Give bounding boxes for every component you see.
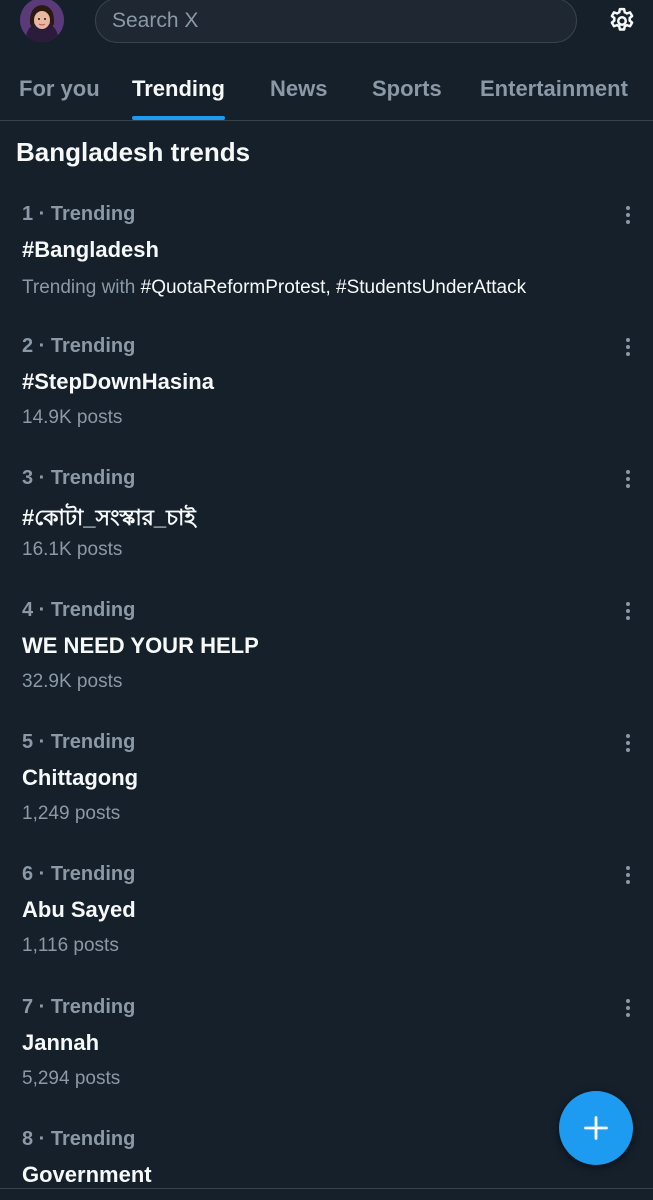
trend-post-count: 16.1K posts bbox=[22, 539, 123, 560]
trend-name: #StepDownHasina bbox=[22, 369, 214, 394]
trend-post-count: 32.9K posts bbox=[22, 671, 123, 692]
trend-rank: 2 · Trending bbox=[22, 335, 136, 357]
trend-item[interactable]: 3 · Trending #কোটা_সংস্কার_চাই 16.1K pos… bbox=[0, 467, 653, 599]
gear-icon bbox=[610, 7, 634, 31]
more-dot bbox=[626, 741, 630, 745]
trend-post-count: 1,249 posts bbox=[22, 803, 121, 824]
section-title: Bangladesh trends bbox=[16, 137, 251, 167]
trend-rank: 7 · Trending bbox=[22, 996, 136, 1018]
tab-label: Sports bbox=[372, 76, 442, 101]
more-dot bbox=[626, 880, 630, 884]
more-dots-icon bbox=[626, 734, 630, 738]
more-dots-icon bbox=[626, 206, 630, 210]
more-options-button[interactable] bbox=[618, 465, 638, 493]
trend-related-prefix: Trending with bbox=[22, 277, 141, 298]
more-options-button[interactable] bbox=[618, 201, 638, 229]
trend-related: Trending with #QuotaReformProtest, #Stud… bbox=[22, 277, 526, 299]
trend-rank: 8 · Trending bbox=[22, 1128, 136, 1150]
tab-trending[interactable]: Trending bbox=[132, 60, 225, 120]
tab-label: Entertainment bbox=[480, 76, 628, 101]
trend-name: #Bangladesh bbox=[22, 237, 159, 262]
more-dots-icon bbox=[626, 338, 630, 342]
tab-news[interactable]: News bbox=[270, 60, 327, 120]
more-dots-icon bbox=[626, 866, 630, 870]
search-placeholder: Search X bbox=[112, 8, 199, 32]
more-dot bbox=[626, 1013, 630, 1017]
search-input[interactable]: Search X bbox=[95, 0, 577, 43]
trend-related-tags[interactable]: #QuotaReformProtest, #StudentsUnderAttac… bbox=[141, 277, 526, 298]
more-dot bbox=[626, 484, 630, 488]
trend-rank: 3 · Trending bbox=[22, 467, 136, 489]
trend-post-count: 5,294 posts bbox=[22, 1068, 121, 1089]
settings-button[interactable] bbox=[604, 3, 640, 39]
more-dot bbox=[626, 1006, 630, 1010]
more-dot bbox=[626, 220, 630, 224]
trend-name: Chittagong bbox=[22, 765, 139, 790]
trend-item[interactable]: 5 · Trending Chittagong 1,249 posts bbox=[0, 731, 653, 863]
more-dot bbox=[626, 477, 630, 481]
active-tab-indicator bbox=[132, 116, 225, 120]
more-dot bbox=[626, 609, 630, 613]
avatar-image bbox=[20, 0, 64, 42]
explore-tabs: For you Trending News Sports Entertainme… bbox=[0, 60, 653, 121]
tab-entertainment[interactable]: Entertainment bbox=[480, 60, 628, 120]
tab-label: News bbox=[270, 76, 328, 101]
trend-name: WE NEED YOUR HELP bbox=[22, 633, 259, 658]
trend-rank: 4 · Trending bbox=[22, 599, 136, 621]
trend-rank: 6 · Trending bbox=[22, 863, 136, 885]
more-options-button[interactable] bbox=[618, 597, 638, 625]
more-dot bbox=[626, 352, 630, 356]
more-options-button[interactable] bbox=[618, 729, 638, 757]
top-bar: Search X bbox=[0, 0, 653, 44]
trend-name: Jannah bbox=[22, 1030, 100, 1055]
more-dots-icon bbox=[626, 470, 630, 474]
more-dot bbox=[626, 616, 630, 620]
trend-post-count: 1,116 posts bbox=[22, 935, 119, 956]
tab-label: For you bbox=[19, 76, 100, 101]
more-dot bbox=[626, 748, 630, 752]
bottom-nav-edge bbox=[0, 1188, 653, 1200]
compose-button[interactable] bbox=[559, 1091, 633, 1165]
trend-item[interactable]: 6 · Trending Abu Sayed 1,116 posts bbox=[0, 863, 653, 995]
more-dot bbox=[626, 345, 630, 349]
more-dot bbox=[626, 873, 630, 877]
avatar[interactable] bbox=[20, 0, 64, 42]
trend-name: Government bbox=[22, 1162, 152, 1187]
tab-label: Trending bbox=[132, 76, 225, 101]
trend-post-count: 14.9K posts bbox=[22, 407, 123, 428]
trend-item[interactable]: 1 · Trending #Bangladesh Trending with #… bbox=[0, 203, 653, 335]
trend-rank: 5 · Trending bbox=[22, 731, 136, 753]
trend-item[interactable]: 4 · Trending WE NEED YOUR HELP 32.9K pos… bbox=[0, 599, 653, 731]
tab-for-you[interactable]: For you bbox=[19, 60, 100, 120]
trend-name: #কোটা_সংস্কার_চাই bbox=[22, 505, 196, 530]
more-options-button[interactable] bbox=[618, 333, 638, 361]
more-dots-icon bbox=[626, 999, 630, 1003]
tab-sports[interactable]: Sports bbox=[372, 60, 442, 120]
trend-item[interactable]: 8 · Trending Government bbox=[0, 1128, 653, 1188]
more-dot bbox=[626, 213, 630, 217]
more-options-button[interactable] bbox=[618, 994, 638, 1022]
more-options-button[interactable] bbox=[618, 861, 638, 889]
trend-item[interactable]: 2 · Trending #StepDownHasina 14.9K posts bbox=[0, 335, 653, 467]
more-dots-icon bbox=[626, 602, 630, 606]
trend-name: Abu Sayed bbox=[22, 897, 136, 922]
plus-icon bbox=[584, 1116, 608, 1140]
trend-item[interactable]: 7 · Trending Jannah 5,294 posts bbox=[0, 996, 653, 1128]
trend-rank: 1 · Trending bbox=[22, 203, 136, 225]
